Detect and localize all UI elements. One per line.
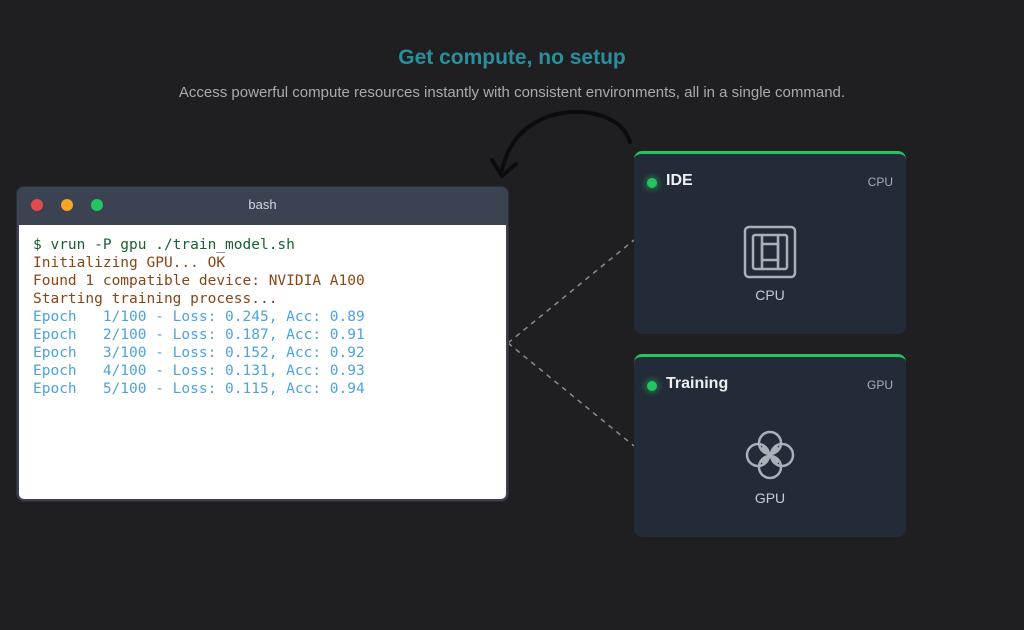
gpu-icon <box>745 430 795 480</box>
terminal-line: $ vrun -P gpu ./train_model.sh <box>33 237 295 253</box>
page-subtitle: Access powerful compute resources instan… <box>178 84 846 101</box>
terminal-line: Epoch 4/100 - Loss: 0.131, Acc: 0.93 <box>33 363 365 379</box>
training-environment-card[interactable]: Training GPU GPU <box>634 354 906 537</box>
terminal-window: bash $ vrun -P gpu ./train_model.sh Init… <box>17 187 508 501</box>
card-resource-label: GPU <box>754 490 786 506</box>
card-title: Training <box>666 375 729 392</box>
terminal-line: Epoch 1/100 - Loss: 0.245, Acc: 0.89 <box>33 309 365 325</box>
card-title: IDE <box>666 172 693 189</box>
terminal-line: Epoch 3/100 - Loss: 0.152, Acc: 0.92 <box>33 345 365 361</box>
terminal-line: Epoch 5/100 - Loss: 0.115, Acc: 0.94 <box>33 381 365 397</box>
curved-arrow-icon <box>490 109 632 178</box>
terminal-line: Initializing GPU... OK <box>33 255 226 271</box>
card-resource-tag: GPU <box>866 378 893 392</box>
terminal-line: Found 1 compatible device: NVIDIA A100 <box>33 273 365 289</box>
status-indicator <box>647 178 657 188</box>
card-resource-tag: CPU <box>867 175 893 189</box>
terminal-title: bash <box>248 197 277 212</box>
page-title: Get compute, no setup <box>398 46 626 69</box>
terminal-titlebar: bash <box>17 187 508 223</box>
connector-lines <box>507 239 635 447</box>
terminal-line: Starting training process... <box>33 291 278 307</box>
card-resource-label: CPU <box>755 287 785 303</box>
cpu-icon <box>743 225 797 279</box>
terminal-output[interactable]: $ vrun -P gpu ./train_model.sh Initializ… <box>19 225 506 499</box>
terminal-line: Epoch 2/100 - Loss: 0.187, Acc: 0.91 <box>33 327 365 343</box>
status-indicator <box>647 381 657 391</box>
ide-environment-card[interactable]: IDE CPU CPU <box>634 151 906 334</box>
